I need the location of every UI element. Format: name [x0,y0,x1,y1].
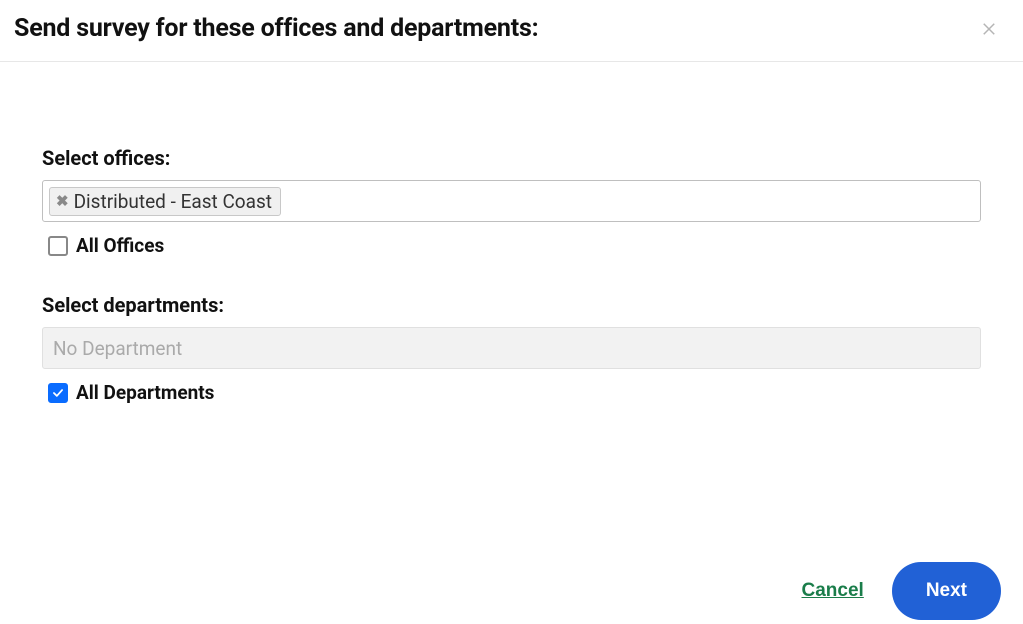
modal-footer: Cancel Next [802,562,1023,624]
next-button[interactable]: Next [892,562,1001,620]
all-offices-checkbox[interactable] [48,236,68,256]
cancel-button[interactable]: Cancel [802,580,864,602]
departments-label: Select departments: [42,293,981,317]
departments-field-group: Select departments: No Department All De… [42,293,981,404]
all-departments-row: All Departments [42,381,981,404]
modal-title: Send survey for these offices and depart… [14,14,538,43]
departments-placeholder: No Department [49,335,186,362]
close-icon[interactable] [977,17,1001,41]
modal-header: Send survey for these offices and depart… [0,0,1023,62]
all-departments-checkbox[interactable] [48,383,68,403]
modal-content: Select offices: ✖ Distributed - East Coa… [0,62,1023,404]
departments-select: No Department [42,327,981,369]
remove-tag-icon[interactable]: ✖ [56,194,69,209]
offices-select[interactable]: ✖ Distributed - East Coast [42,180,981,222]
all-offices-row: All Offices [42,234,981,257]
all-departments-label[interactable]: All Departments [76,381,214,404]
offices-field-group: Select offices: ✖ Distributed - East Coa… [42,146,981,257]
offices-label: Select offices: [42,146,981,170]
office-tag: ✖ Distributed - East Coast [49,187,281,216]
office-tag-label: Distributed - East Coast [74,190,272,213]
all-offices-label[interactable]: All Offices [76,234,164,257]
